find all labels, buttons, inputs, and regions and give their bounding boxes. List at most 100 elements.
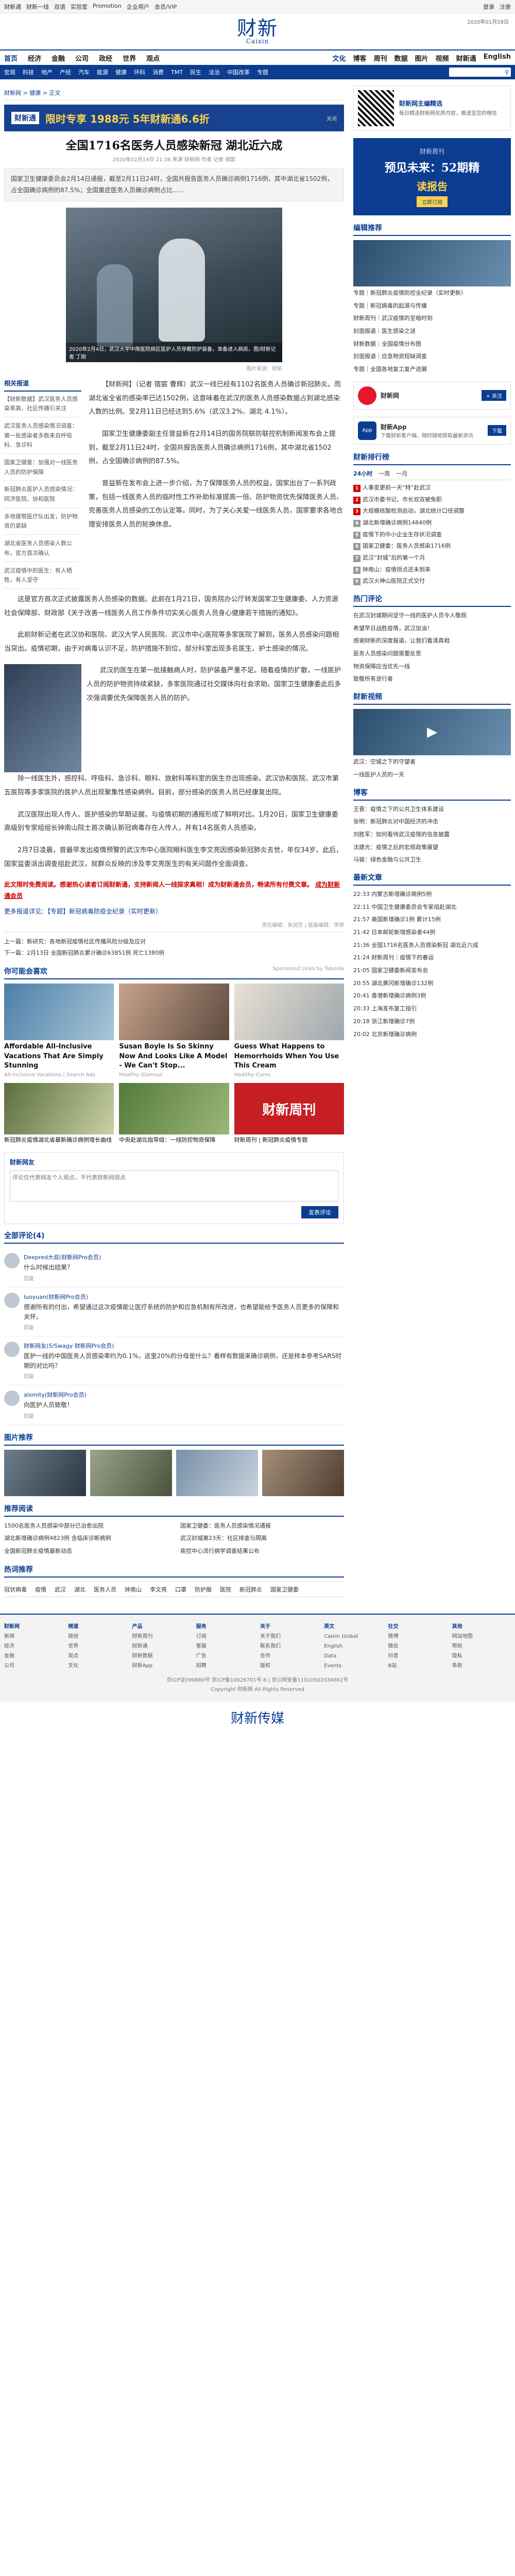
nav-item-home[interactable]: 首页 (4, 53, 18, 63)
footer-link[interactable]: 客服 (196, 1641, 255, 1651)
nav-item[interactable]: 博客 (353, 53, 367, 63)
nav-item[interactable]: 财新通 (456, 53, 476, 63)
recommended-card[interactable]: 新冠肺炎疫情湖北省最新确诊病例增长曲线 (4, 1083, 114, 1144)
gallery-thumb[interactable] (90, 1449, 172, 1496)
related-item[interactable]: 【财新数据】武汉医务人员感染率高，社区传播引关注 (4, 395, 81, 417)
sponsored-card[interactable]: Guess What Happens to Hemorrhoids When Y… (234, 984, 344, 1078)
related-item[interactable]: 新冠肺炎医护人员感染情况：同济医院、协和医院 (4, 485, 81, 508)
avatar[interactable] (4, 1391, 20, 1406)
rank-item[interactable]: 6 国家卫健委：医务人员感染1716例 (353, 541, 511, 551)
topic-tag[interactable]: 医务人员 (94, 1585, 116, 1594)
reply-button[interactable]: 回复 (24, 1372, 344, 1380)
nav-item[interactable]: 观点 (146, 53, 160, 63)
topbar-link[interactable]: 财新一线 (26, 3, 49, 11)
related-item[interactable]: 湖北省医务人员感染人数公布，官方首次确认 (4, 539, 81, 562)
rank-item[interactable]: 8 钟南山：疫情拐点还未到来 (353, 565, 511, 575)
breadcrumb[interactable]: 财新网 > 健康 > 正文 (4, 86, 344, 100)
topic-tag[interactable]: 国家卫健委 (270, 1585, 299, 1594)
topic-tag[interactable]: 钟南山 (125, 1585, 142, 1594)
topic-tag[interactable]: 武汉 (55, 1585, 66, 1594)
latest-link[interactable]: 21:57 美国新增确诊1例 累计15例 (353, 915, 511, 925)
footer-link[interactable]: B站 (388, 1661, 447, 1671)
subnav-item[interactable]: 环科 (134, 68, 145, 76)
footer-link[interactable]: 政经 (68, 1632, 127, 1641)
footer-link[interactable]: 财新App (132, 1661, 191, 1671)
topbar-link[interactable]: 财新通 (4, 3, 21, 11)
footer-link[interactable]: Events (324, 1661, 383, 1671)
editor-pick-link[interactable]: 封面报道｜应急物资短缺调查 (353, 352, 511, 362)
footer-link[interactable]: 观点 (68, 1651, 127, 1661)
nav-item[interactable]: 经济 (28, 53, 41, 63)
follow-button[interactable]: + 关注 (482, 390, 506, 401)
hot-comment[interactable]: 感谢财新的深度报道，让我们看清真相 (353, 636, 511, 646)
footer-link[interactable]: 经济 (4, 1641, 63, 1651)
footer-link[interactable]: 金融 (4, 1651, 63, 1661)
latest-link[interactable]: 20:18 浙江新增确诊7例 (353, 1017, 511, 1027)
footer-link[interactable]: 文化 (68, 1661, 127, 1671)
related-item[interactable]: 武汉医务人员感染情况调查：第一批感染者多数来自呼吸科、急诊科 (4, 421, 81, 454)
footer-link[interactable]: 帮助 (452, 1641, 511, 1651)
subnav-item[interactable]: 健康 (115, 68, 127, 76)
news-link[interactable]: 武汉封城第23天：社区排查与隔离 (180, 1533, 344, 1544)
nav-item[interactable]: 世界 (123, 53, 136, 63)
avatar[interactable] (4, 1253, 20, 1269)
editor-pick-link[interactable]: 封面报道｜医生感染之谜 (353, 327, 511, 336)
footer-link[interactable]: 网站地图 (452, 1632, 511, 1641)
comment-user[interactable]: 财新网友(5/Swagy 财新网Pro会员) (24, 1342, 344, 1350)
ad-banner[interactable]: 财新通 限时专享 1988元 5年财新通6.6折 关闭 (4, 105, 344, 131)
editor-pick-link[interactable]: 财新数据｜全国疫情分布图 (353, 340, 511, 349)
rank-item[interactable]: 1 人事变更前一天“特”赴武汉 (353, 483, 511, 493)
nav-item[interactable]: 数据 (394, 53, 408, 63)
blog-link[interactable]: 张明：新冠肺炎对中国经济的冲击 (353, 817, 511, 827)
sponsor-label[interactable]: Sponsored Links by Taboola (273, 966, 344, 976)
subnav-item[interactable]: 能源 (97, 68, 108, 76)
subnav-item[interactable]: 产经 (60, 68, 71, 76)
footer-link[interactable]: 隐私 (452, 1651, 511, 1661)
news-link[interactable]: 湖北新增确诊病例4823例 含临床诊断病例 (4, 1533, 168, 1544)
rank-item[interactable]: 7 武汉“封城”后的第一个月 (353, 553, 511, 563)
related-item[interactable]: 武汉疫情中的医生：有人牺牲，有人坚守 (4, 566, 81, 589)
blog-link[interactable]: 沈建光：疫情之后的宏观政策展望 (353, 843, 511, 853)
subnav-item[interactable]: 汽车 (78, 68, 90, 76)
latest-link[interactable]: 21:42 日本邮轮新增感染者44例 (353, 928, 511, 938)
search-input[interactable]: ⚲ (449, 67, 511, 77)
news-link[interactable]: 全国新冠肺炎疫情最新动态 (4, 1546, 168, 1557)
nav-item[interactable]: 金融 (52, 53, 65, 63)
subnav-item[interactable]: 消费 (152, 68, 164, 76)
prev-article-link[interactable]: 上一篇：新研究：各地新冠疫情社区传播风险分级及应对 (4, 936, 344, 947)
subnav-item[interactable]: 专题 (257, 68, 268, 76)
reply-button[interactable]: 回复 (24, 1323, 344, 1331)
rank-item[interactable]: 3 大规模核酸检测启动，湖北统计口径调整 (353, 506, 511, 516)
footer-link[interactable]: 广告 (196, 1651, 255, 1661)
editor-pick-thumb[interactable] (353, 240, 511, 286)
footer-link[interactable]: 世界 (68, 1641, 127, 1651)
avatar[interactable] (4, 1292, 20, 1308)
tab-month[interactable]: 一月 (396, 469, 407, 478)
editor-pick-link[interactable]: 财新周刊｜武汉疫情的至暗时刻 (353, 314, 511, 324)
footer-link[interactable]: 财新周刊 (132, 1632, 191, 1641)
topic-tag[interactable]: 湖北 (74, 1585, 85, 1594)
blog-link[interactable]: 王晋：疫情之下的公共卫生体系建设 (353, 805, 511, 815)
related-item[interactable]: 国家卫健委：加强对一线医务人员的防护保障 (4, 458, 81, 481)
nav-item[interactable]: 文化 (333, 53, 346, 63)
rank-item[interactable]: 4 湖北新增确诊病例14840例 (353, 518, 511, 528)
footer-link[interactable]: 微博 (388, 1632, 447, 1641)
sidebar-ad[interactable]: 财新周刊 预见未来：52期精 读报告 立即订阅 (353, 138, 511, 215)
subnav-item[interactable]: TMT (171, 69, 183, 76)
footer-link[interactable]: 条款 (452, 1661, 511, 1671)
nav-item[interactable]: 视频 (436, 53, 449, 63)
rank-item[interactable]: 5 疫情下的中小企业生存状况调查 (353, 530, 511, 540)
topic-tag[interactable]: 医院 (220, 1585, 231, 1594)
editor-pick-link[interactable]: 专题｜新冠肺炎疫情防控全纪录（实时更新） (353, 289, 511, 298)
subnav-item[interactable]: 宏观 (4, 68, 15, 76)
comment-input[interactable] (10, 1171, 338, 1202)
nav-item[interactable]: English (484, 53, 511, 63)
footer-link[interactable]: 招聘 (196, 1661, 255, 1671)
video-link[interactable]: 一线医护人员的一天 (353, 770, 511, 780)
sponsored-card[interactable]: Susan Boyle Is So Skinny Now And Looks L… (119, 984, 229, 1078)
topbar-link[interactable]: 会员/VIP (154, 3, 177, 11)
nav-item[interactable]: 政经 (99, 53, 112, 63)
latest-link[interactable]: 20:33 上海发布复工指引 (353, 1004, 511, 1014)
latest-link[interactable]: 21:05 国家卫健委新闻发布会 (353, 966, 511, 976)
sponsored-card[interactable]: Affordable All-Inclusive Vacations That … (4, 984, 114, 1078)
